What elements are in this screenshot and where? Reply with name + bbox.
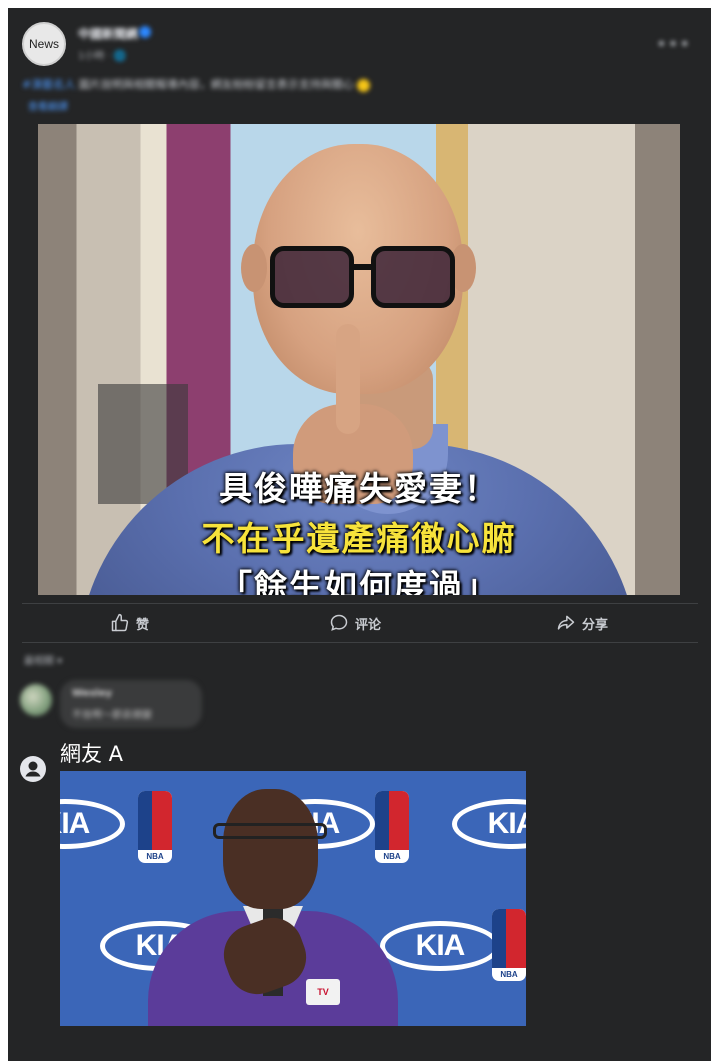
image-caption-line-2: 不在乎遺產痛徹心腑 <box>201 519 517 558</box>
like-label: 赞 <box>136 617 150 633</box>
more-options-icon[interactable]: ••• <box>656 34 691 55</box>
kia-logo: KIA <box>452 799 526 849</box>
nba-logo: NBA <box>138 791 172 863</box>
post-hashtag[interactable]: #演藝名人 <box>22 78 75 91</box>
person-ear <box>241 244 267 292</box>
post-image[interactable]: 具俊曄痛失愛妻！ 不在乎遺產痛徹心腑 「餘生如何度過」 <box>38 124 680 595</box>
comment-text: 不捨啊～節哀順變 <box>72 710 152 721</box>
comment-sort-dropdown[interactable]: 最相關 ▾ <box>24 652 62 667</box>
reply-author-name[interactable]: 網友 A <box>60 738 123 768</box>
person-finger <box>336 324 360 434</box>
thumbs-up-icon <box>111 613 129 632</box>
nba-logo-text: NBA <box>383 852 401 861</box>
nba-logo-text: NBA <box>146 852 164 861</box>
nba-logo: NBA <box>492 909 526 981</box>
post-frame: News 中國新聞網 1小時 · 🌐 ••• #演藝名人 圖片說明與相關報導內容… <box>8 8 711 1061</box>
post-timestamp[interactable]: 1小時 · 🌐 <box>78 47 126 62</box>
image-caption-line-1: 具俊曄痛失愛妻！ <box>219 469 499 508</box>
page-name[interactable]: 中國新聞網 <box>78 25 138 42</box>
comment-button[interactable]: 评论 <box>329 612 381 634</box>
like-button[interactable]: 赞 <box>110 612 149 634</box>
nba-logo-text: NBA <box>500 970 518 979</box>
sunglasses-left <box>270 246 354 308</box>
verified-badge-icon <box>139 26 151 38</box>
share-label: 分享 <box>582 617 609 633</box>
reply-image[interactable]: KIA KIA KIA KIA KIA NBA NBA NBA TV <box>60 771 526 1026</box>
share-arrow-icon <box>557 615 575 630</box>
comment-bubble-icon <box>330 614 348 631</box>
divider <box>22 603 698 604</box>
comment-label: 评论 <box>355 617 382 633</box>
emoji-icon <box>357 78 371 92</box>
image-caption-line-3: 「餘生如何度過」 <box>219 567 499 595</box>
sunglasses-bridge <box>349 264 373 270</box>
kia-logo: KIA <box>60 799 125 849</box>
kia-logo: KIA <box>380 921 500 971</box>
commenter-avatar[interactable] <box>20 684 52 716</box>
see-translation-link[interactable]: 查看翻譯 <box>28 98 68 113</box>
page-avatar[interactable]: News <box>22 22 66 66</box>
person-head <box>223 789 318 909</box>
divider <box>22 642 698 643</box>
post-text: #演藝名人 圖片說明與相關報導內容，網友紛紛留言表示支持與關心 <box>22 76 622 94</box>
eyeglasses <box>213 823 327 839</box>
sunglasses-right <box>371 246 455 308</box>
post-body: 圖片說明與相關報導內容，網友紛紛留言表示支持與關心 <box>75 78 354 91</box>
microphone-flag: TV <box>306 979 340 1005</box>
share-button[interactable]: 分享 <box>556 612 608 634</box>
user-avatar-icon[interactable] <box>20 756 46 782</box>
nba-logo: NBA <box>375 791 409 863</box>
commenter-name[interactable]: Wesley <box>72 688 112 699</box>
